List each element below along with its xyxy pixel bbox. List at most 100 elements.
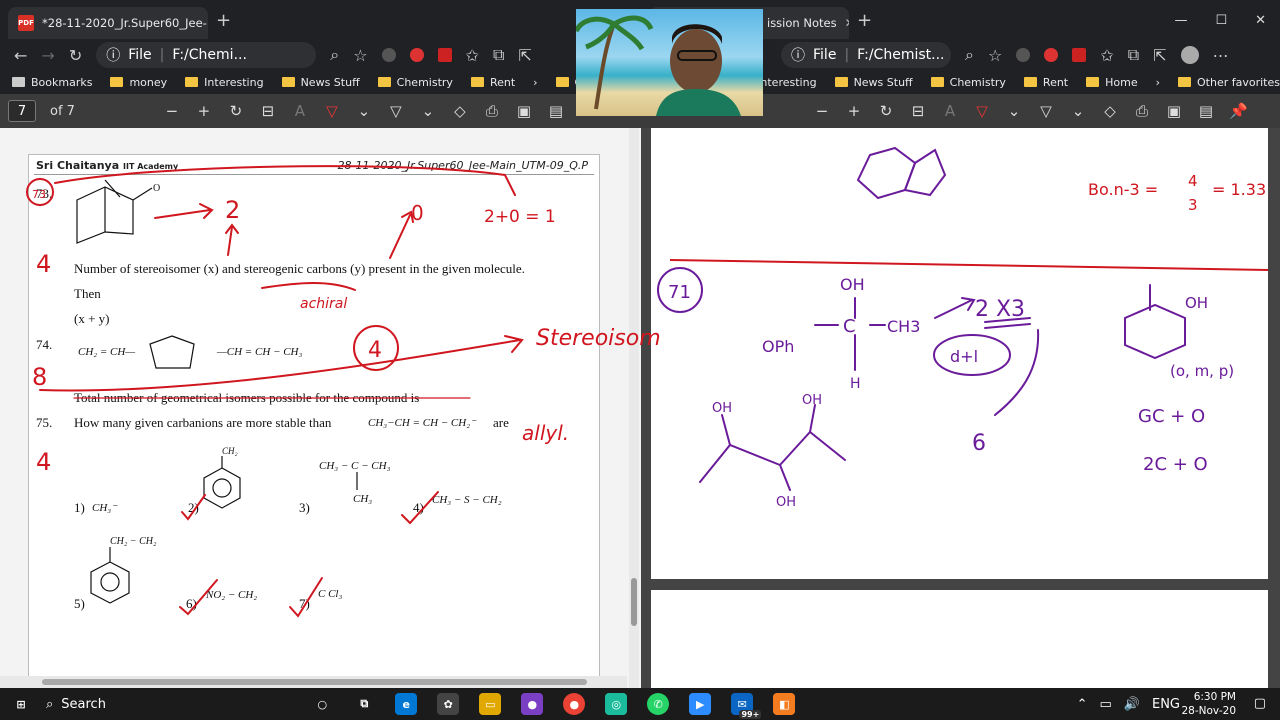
chevron-down-icon[interactable]: ⌄	[1005, 102, 1023, 120]
highlight-icon[interactable]: ▽	[387, 102, 405, 120]
new-tab-icon[interactable]: +	[216, 10, 231, 31]
forward-icon[interactable]: →	[41, 46, 54, 65]
task-view-icon[interactable]: ⧉	[353, 693, 375, 715]
folder-icon	[377, 77, 391, 87]
cortana-icon[interactable]: ○	[311, 693, 333, 715]
adblock-icon[interactable]	[409, 48, 424, 62]
new-tab-icon[interactable]: +	[857, 10, 872, 31]
extension-icon[interactable]	[1016, 48, 1031, 62]
chrome-icon[interactable]: ●	[563, 693, 586, 715]
q75-number: 75.	[36, 415, 53, 430]
file-explorer-icon[interactable]: ▭	[479, 693, 502, 715]
mail-icon[interactable]: ✉ 99+	[731, 693, 762, 719]
whatsapp-icon[interactable]: ✆	[647, 693, 670, 715]
save-icon[interactable]: ▣	[1165, 102, 1183, 120]
zoom-out-icon[interactable]: −	[163, 102, 181, 120]
zoom-app-icon[interactable]: ▶	[689, 693, 712, 715]
share-icon[interactable]: ⇱	[1153, 46, 1166, 65]
bookmark-item[interactable]: Bookmarks	[12, 76, 92, 89]
pdf-icon: PDF	[18, 15, 34, 31]
bookmark-item[interactable]: Other favorites	[1178, 76, 1280, 89]
clock[interactable]: 6:30 PM 28-Nov-20	[1181, 690, 1236, 718]
save-as-icon[interactable]: ▤	[1197, 102, 1215, 120]
zoom-in-icon[interactable]: +	[195, 102, 213, 120]
draw-icon[interactable]: ▽	[323, 102, 341, 120]
horizontal-scrollbar[interactable]	[0, 676, 627, 688]
adblock-icon[interactable]	[1044, 48, 1059, 62]
bookmark-item[interactable]: Rent	[1023, 76, 1068, 89]
chevron-down-icon[interactable]: ⌄	[355, 102, 373, 120]
collections-icon[interactable]: ⧉	[493, 45, 504, 65]
favorites-icon[interactable]: ✩	[466, 46, 479, 65]
save-as-icon[interactable]: ▤	[547, 102, 565, 120]
reload-icon[interactable]: ↻	[69, 46, 82, 65]
bookmark-item[interactable]: Chemistry	[930, 76, 1006, 89]
save-icon[interactable]: ▣	[515, 102, 533, 120]
highlight-icon[interactable]: ▽	[1037, 102, 1055, 120]
close-icon[interactable]: ✕	[845, 16, 849, 30]
search-icon[interactable]: ⌕	[46, 697, 53, 712]
windows-start-icon[interactable]: ⊞	[10, 693, 32, 715]
more-menu-icon[interactable]: ⋯	[1213, 46, 1229, 65]
left-pdf-tab[interactable]: PDF *28-11-2020_Jr.Super60_Jee-Ma ✕	[8, 7, 208, 39]
zoom-out-icon[interactable]: −	[813, 102, 831, 120]
read-aloud-icon[interactable]: A	[941, 102, 959, 120]
chevron-right-icon[interactable]: ›	[1156, 76, 1160, 89]
windows-taskbar: ⊞ ⌕ Search ○ ⧉ e ✿ ▭ ● ● ◎ ✆ ▶ ✉ 99+ ◧ ⌃ …	[0, 688, 1280, 720]
extension-red-icon[interactable]	[437, 48, 452, 62]
favorites-icon[interactable]: ✩	[1100, 46, 1113, 65]
draw-icon[interactable]: ▽	[973, 102, 991, 120]
bookmark-item[interactable]: Home	[1086, 76, 1138, 89]
fit-page-icon[interactable]: ⊟	[909, 102, 927, 120]
left-url-field[interactable]: ⓘ File | F:/Chemi...	[96, 42, 317, 68]
print-icon[interactable]: ⎙	[483, 102, 501, 120]
pin-icon[interactable]: 📌	[1229, 102, 1248, 120]
page-number-input[interactable]: 7	[8, 100, 36, 122]
app-orange-icon[interactable]: ◧	[773, 693, 796, 715]
close-window-icon[interactable]: ✕	[1255, 13, 1266, 28]
eraser-icon[interactable]: ◇	[1101, 102, 1119, 120]
minimize-icon[interactable]: —	[1174, 13, 1187, 28]
print-icon[interactable]: ⎙	[1133, 102, 1151, 120]
bookmark-item[interactable]: Interesting	[185, 76, 264, 89]
app-green-icon[interactable]: ◎	[605, 693, 628, 715]
language-indicator[interactable]: ENG	[1152, 697, 1180, 712]
profile-avatar[interactable]	[1180, 46, 1199, 64]
network-icon[interactable]: ▭	[1100, 697, 1112, 712]
extension-red-icon[interactable]	[1072, 48, 1087, 62]
eraser-icon[interactable]: ◇	[451, 102, 469, 120]
chevron-down-icon[interactable]: ⌄	[1069, 102, 1087, 120]
zoom-in-icon[interactable]: +	[845, 102, 863, 120]
bookmark-item[interactable]: News Stuff	[834, 76, 913, 89]
zoom-icon[interactable]: ⌕	[330, 45, 339, 65]
collections-icon[interactable]: ⧉	[1128, 45, 1139, 65]
edge-icon[interactable]: e	[395, 693, 418, 715]
zoom-icon[interactable]: ⌕	[965, 45, 974, 65]
app-icon[interactable]: ✿	[437, 693, 460, 715]
app-drop-icon[interactable]: ●	[521, 693, 544, 715]
maximize-icon[interactable]: ☐	[1215, 13, 1227, 28]
share-icon[interactable]: ⇱	[518, 46, 531, 65]
rotate-icon[interactable]: ↻	[227, 102, 245, 120]
volume-icon[interactable]: 🔊	[1124, 697, 1140, 712]
vertical-scrollbar[interactable]	[629, 128, 639, 688]
bookmark-item[interactable]: News Stuff	[281, 76, 360, 89]
taskbar-search[interactable]: Search	[61, 697, 301, 712]
chevron-down-icon[interactable]: ⌄	[419, 102, 437, 120]
bookmark-item[interactable]: Chemistry	[377, 76, 453, 89]
fit-page-icon[interactable]: ⊟	[259, 102, 277, 120]
notifications-icon[interactable]: ▢	[1254, 696, 1266, 711]
back-icon[interactable]: ←	[14, 46, 27, 65]
chevron-up-icon[interactable]: ⌃	[1077, 697, 1088, 712]
header-paper-code: 28-11-2020_Jr.Super60_Jee-Main_UTM-09_Q.…	[337, 159, 588, 172]
extension-icon[interactable]	[381, 48, 396, 62]
bookmark-item[interactable]: money	[110, 76, 167, 89]
right-url-field[interactable]: ⓘ File | F:/Chemist...	[781, 42, 951, 68]
star-icon[interactable]: ☆	[988, 46, 1002, 65]
star-icon[interactable]: ☆	[353, 46, 367, 65]
read-aloud-icon[interactable]: A	[291, 102, 309, 120]
rotate-icon[interactable]: ↻	[877, 102, 895, 120]
chevron-right-icon[interactable]: ›	[533, 76, 537, 89]
left-pdf-viewport[interactable]	[0, 128, 641, 688]
bookmark-item[interactable]: Rent	[470, 76, 515, 89]
